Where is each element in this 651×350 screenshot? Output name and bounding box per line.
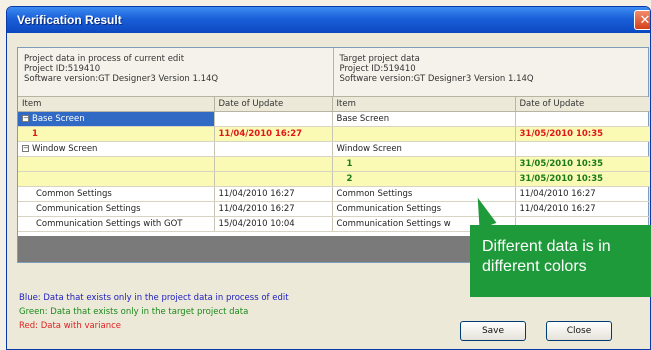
column-header-item-target[interactable]: Item [332,97,516,112]
collapse-icon[interactable]: − [22,144,29,152]
left-item-cell: 1 [18,126,215,142]
legend-blue: Blue: Data that exists only in the proje… [19,293,289,303]
column-header-date-target[interactable]: Date of Update [515,97,650,112]
current-project-info: Project data in process of current edit … [18,48,333,96]
close-icon[interactable]: ✕ [634,10,650,30]
window-title: Verification Result [17,13,122,27]
right-item-cell [332,126,516,142]
right-date-cell [515,111,650,127]
right-date-cell: 11/04/2010 16:27 [515,186,650,202]
left-date-cell: 11/04/2010 16:27 [214,126,333,142]
table-row[interactable]: − Base Screen Base Screen [18,111,650,127]
right-item-cell: 1 [332,156,516,172]
right-date-cell: 31/05/2010 10:35 [515,156,650,172]
save-button[interactable]: Save [460,321,526,341]
close-button[interactable]: Close [546,321,612,341]
left-item-cell [18,156,215,172]
column-header-item-current[interactable]: Item [18,97,215,112]
annotation-callout: Different data is in different colors [470,225,651,297]
table-row[interactable]: 1 11/04/2010 16:27 31/05/2010 10:35 [18,126,650,142]
left-item-label: Base Screen [32,113,85,124]
right-date-cell [515,141,650,157]
project-info-header: Project data in process of current edit … [18,48,648,97]
left-item-label: Window Screen [32,143,98,154]
color-legend: Blue: Data that exists only in the proje… [19,291,289,333]
target-project-id: Project ID:519410 [339,64,416,74]
right-item-cell: Base Screen [332,111,516,127]
left-item-cell: − Window Screen [18,141,215,157]
legend-green: Green: Data that exists only in the targ… [19,307,249,317]
left-date-cell: 15/04/2010 10:04 [214,216,333,232]
collapse-icon[interactable]: − [22,114,29,122]
callout-line-1: Different data is in [482,238,611,255]
target-project-label: Target project data [339,54,420,64]
right-item-cell: Window Screen [332,141,516,157]
left-date-cell [214,156,333,172]
left-item-cell [18,171,215,187]
table-row[interactable]: 2 31/05/2010 10:35 [18,171,650,187]
current-project-id: Project ID:519410 [24,64,101,74]
table-row[interactable]: Communication Settings 11/04/2010 16:27 … [18,201,650,217]
verification-result-window: Verification Result ✕ Project data in pr… [6,6,651,350]
left-date-cell [214,141,333,157]
left-item-cell: Common Settings [18,186,215,202]
right-item-cell: 2 [332,171,516,187]
left-date-cell: 11/04/2010 16:27 [214,186,333,202]
left-date-cell [214,111,333,127]
legend-red: Red: Data with variance [19,321,122,331]
column-header-date-current[interactable]: Date of Update [214,97,333,112]
callout-line-2: different colors [482,258,587,275]
current-software-version: Software version:GT Designer3 Version 1.… [24,74,219,84]
target-software-version: Software version:GT Designer3 Version 1.… [339,74,534,84]
right-date-cell: 11/04/2010 16:27 [515,201,650,217]
right-date-cell: 31/05/2010 10:35 [515,126,650,142]
target-project-info: Target project data Project ID:519410 So… [332,48,649,96]
table-row[interactable]: − Window Screen Window Screen [18,141,650,157]
left-date-cell: 11/04/2010 16:27 [214,201,333,217]
current-project-label: Project data in process of current edit [24,54,185,64]
right-date-cell: 31/05/2010 10:35 [515,171,650,187]
comparison-table: Item Date of Update Item Date of Update … [18,97,650,232]
title-bar[interactable]: Verification Result ✕ [7,7,650,33]
left-date-cell [214,171,333,187]
table-row[interactable]: Common Settings 11/04/2010 16:27 Common … [18,186,650,202]
left-item-cell: Communication Settings [18,201,215,217]
left-item-cell: Communication Settings with GOT [18,216,215,232]
left-item-cell[interactable]: − Base Screen [18,111,215,127]
table-row[interactable]: 1 31/05/2010 10:35 [18,156,650,172]
table-header-row: Item Date of Update Item Date of Update [18,97,650,112]
